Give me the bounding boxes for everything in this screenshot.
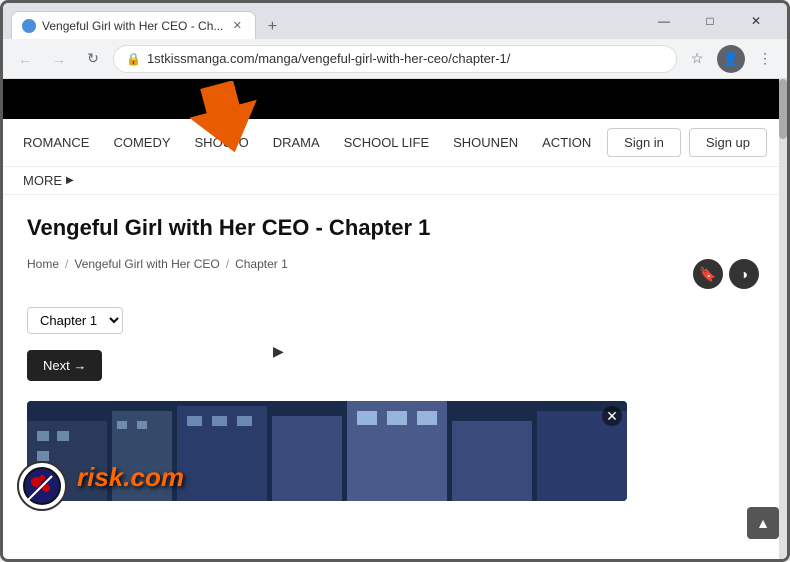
manga-preview: risk.com ✕ xyxy=(27,401,627,501)
signup-button[interactable]: Sign up xyxy=(689,128,767,157)
active-tab[interactable]: Vengeful Girl with Her CEO - Ch... ✕ xyxy=(11,11,256,39)
tab-area: Vengeful Girl with Her CEO - Ch... ✕ + xyxy=(11,3,627,39)
breadcrumb-series[interactable]: Vengeful Girl with Her CEO xyxy=(74,257,219,271)
new-tab-button[interactable]: + xyxy=(260,15,284,39)
nav-romance[interactable]: ROMANCE xyxy=(23,135,89,150)
browser-frame: Vengeful Girl with Her CEO - Ch... ✕ + —… xyxy=(0,0,790,562)
breadcrumb-sep-1: / xyxy=(65,257,68,271)
nav-action[interactable]: ACTION xyxy=(542,135,591,150)
site-header xyxy=(3,79,787,119)
nav-links: ROMANCE COMEDY SHOUJO DRAMA SCHOOL LIFE … xyxy=(23,135,607,150)
back-button[interactable]: ← xyxy=(11,45,39,73)
breadcrumb-sep-2: / xyxy=(226,257,229,271)
page-content: Vengeful Girl with Her CEO - Chapter 1 H… xyxy=(3,195,787,521)
manga-close-button[interactable]: ✕ xyxy=(602,406,622,426)
minimize-button[interactable]: — xyxy=(641,3,687,39)
url-text: 1stkissmanga.com/manga/vengeful-girl-wit… xyxy=(147,51,510,66)
nav-drama[interactable]: DRAMA xyxy=(273,135,320,150)
manga-preview-container: risk.com ✕ xyxy=(27,401,763,501)
page-title: Vengeful Girl with Her CEO - Chapter 1 xyxy=(27,215,763,241)
more-row: MORE ▶ xyxy=(3,167,787,195)
profile-button[interactable]: 👤 xyxy=(717,45,745,73)
bookmark-star-button[interactable]: ☆ xyxy=(683,45,711,73)
watermark-text: risk.com xyxy=(77,462,184,493)
next-button[interactable]: Next → xyxy=(27,350,102,381)
nav-actions: Sign in Sign up xyxy=(607,128,767,157)
forward-button[interactable]: → xyxy=(45,45,73,73)
breadcrumb-home[interactable]: Home xyxy=(27,257,59,271)
nav-comedy[interactable]: COMEDY xyxy=(113,135,170,150)
site-nav: ROMANCE COMEDY SHOUJO DRAMA SCHOOL LIFE … xyxy=(3,119,787,167)
window-controls: — □ ✕ xyxy=(641,3,779,39)
breadcrumb-chapter: Chapter 1 xyxy=(235,257,288,271)
lock-icon: 🔒 xyxy=(126,52,141,66)
brightness-button[interactable]: ◑ xyxy=(729,259,759,289)
scroll-top-button[interactable]: ▲ xyxy=(747,507,779,539)
website-content: ROMANCE COMEDY SHOUJO DRAMA SCHOOL LIFE … xyxy=(3,79,787,559)
watermark-circle xyxy=(17,461,67,511)
maximize-button[interactable]: □ xyxy=(687,3,733,39)
nav-shounen[interactable]: SHOUNEN xyxy=(453,135,518,150)
nav-shoujo[interactable]: SHOUJO xyxy=(195,135,249,150)
signin-button[interactable]: Sign in xyxy=(607,128,681,157)
address-bar: ← → ↻ 🔒 1stkissmanga.com/manga/vengeful-… xyxy=(3,39,787,79)
scrollbar-thumb[interactable] xyxy=(779,79,787,139)
chapter-controls: Chapter 1 xyxy=(27,307,763,334)
nav-school-life[interactable]: SCHOOL LIFE xyxy=(344,135,429,150)
titlebar: Vengeful Girl with Her CEO - Ch... ✕ + —… xyxy=(3,3,787,39)
watermark-svg xyxy=(22,466,62,506)
close-button[interactable]: ✕ xyxy=(733,3,779,39)
watermark-icon-container xyxy=(17,461,67,511)
next-btn-row: Next → xyxy=(27,350,763,381)
reload-button[interactable]: ↻ xyxy=(79,45,107,73)
util-icons: 🔖 ◑ xyxy=(693,259,759,289)
breadcrumb: Home / Vengeful Girl with Her CEO / Chap… xyxy=(27,257,288,271)
tab-favicon xyxy=(22,19,36,33)
breadcrumb-row: Home / Vengeful Girl with Her CEO / Chap… xyxy=(27,257,763,291)
tab-title: Vengeful Girl with Her CEO - Ch... xyxy=(42,19,223,33)
address-input[interactable]: 🔒 1stkissmanga.com/manga/vengeful-girl-w… xyxy=(113,45,677,73)
bookmark-button[interactable]: 🔖 xyxy=(693,259,723,289)
more-button[interactable]: MORE ▶ xyxy=(23,173,74,188)
chapter-select[interactable]: Chapter 1 xyxy=(27,307,123,334)
tab-close-button[interactable]: ✕ xyxy=(229,18,245,34)
scrollbar-track[interactable] xyxy=(779,79,787,559)
browser-menu-button[interactable]: ⋮ xyxy=(751,45,779,73)
